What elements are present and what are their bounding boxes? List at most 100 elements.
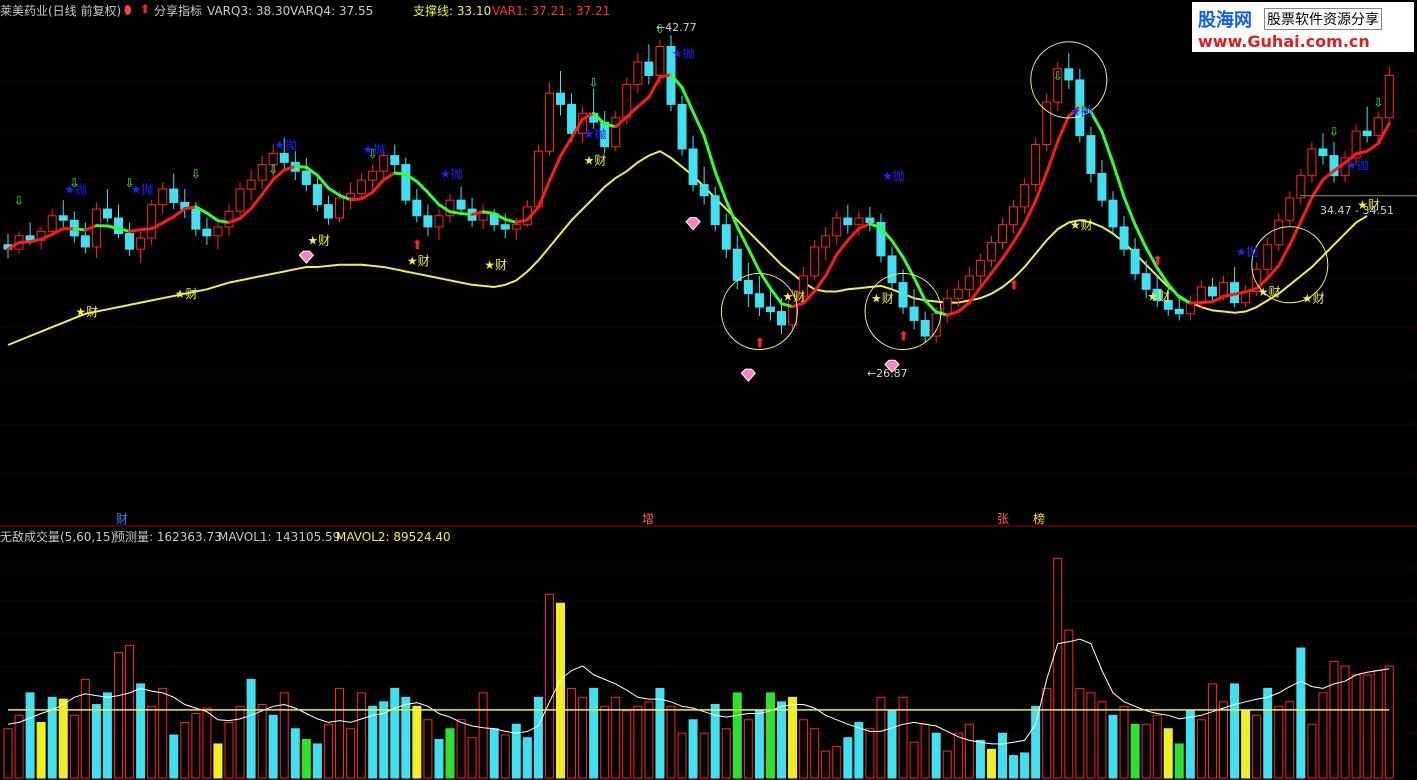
- candle-body: [1031, 144, 1041, 186]
- down-arrow-icon: ⇩: [368, 147, 378, 161]
- candle-body: [1174, 308, 1184, 315]
- volume-bar: [1340, 665, 1350, 779]
- sell-signal-label: ★抛: [1236, 244, 1259, 259]
- volume-bar: [1108, 714, 1118, 779]
- ma-segment: [636, 95, 651, 109]
- volume-bar: [1031, 705, 1041, 779]
- candle-body: [1318, 148, 1328, 157]
- candle-body: [279, 152, 289, 163]
- volume-bar: [964, 723, 974, 779]
- candle-body: [224, 210, 234, 228]
- ma-segment: [1288, 220, 1303, 247]
- sell-signal-label: ★抛: [1070, 104, 1093, 119]
- event-label: 张: [997, 512, 1009, 526]
- volume-bar: [390, 687, 400, 779]
- candle-body: [765, 306, 775, 313]
- up-arrow-icon: ⬆: [754, 336, 765, 351]
- volume-bar: [677, 732, 687, 779]
- volume-bar: [202, 707, 212, 779]
- candle-body: [323, 204, 333, 219]
- ma-segment: [702, 134, 717, 174]
- down-arrow-icon: ⇩: [14, 194, 24, 208]
- volume-bar: [1097, 701, 1107, 779]
- ma-segment: [293, 164, 308, 169]
- buy-signal-label: ★财: [584, 154, 607, 168]
- price-chart: ★财★财★财★财 ★财★财★财 ★财★财★财 ★财 ★财★财★抛 ★抛★抛 ★抛★抛★抛★抛…: [0, 21, 1417, 779]
- candle-body: [335, 197, 344, 219]
- ma-segment: [1310, 178, 1325, 200]
- volume-bar: [335, 687, 344, 779]
- volume-bar: [666, 705, 676, 779]
- ma-segment: [1100, 130, 1115, 165]
- volume-bar: [1318, 692, 1328, 779]
- volume-bar: [147, 705, 157, 779]
- ma-segment: [1056, 114, 1071, 143]
- candle-body: [567, 103, 577, 134]
- volume-bar: [1362, 674, 1372, 779]
- ma-segment: [161, 215, 176, 225]
- volume-bar: [235, 705, 245, 779]
- volume-bar: [312, 743, 322, 779]
- candle-body: [202, 228, 212, 237]
- buy-signal-label: ★财: [783, 289, 806, 303]
- volume-bar: [136, 683, 146, 779]
- volume-bar: [69, 714, 79, 779]
- up-arrow-icon: ⬆: [412, 238, 423, 253]
- volume-bar: [1185, 710, 1195, 779]
- candle-body: [1362, 130, 1372, 137]
- volume-bar: [644, 701, 654, 779]
- candle-body: [169, 188, 179, 203]
- ma-segment: [1111, 161, 1126, 199]
- volume-bar: [655, 687, 665, 779]
- candle-body: [854, 217, 864, 226]
- volume-bar: [699, 732, 709, 779]
- candle-body: [136, 237, 146, 250]
- sell-signal-label: ★抛: [274, 137, 297, 152]
- candle-body: [235, 188, 245, 212]
- ma-segment: [172, 207, 187, 219]
- candle-body: [1219, 282, 1228, 297]
- volume-bar: [1020, 752, 1030, 779]
- volume-bar: [1207, 683, 1217, 779]
- ma-segment: [824, 253, 839, 278]
- ma-segment: [1365, 142, 1380, 153]
- diamond-icon: [298, 250, 315, 264]
- volume-bar: [213, 743, 223, 779]
- volume-bar: [998, 732, 1007, 779]
- candle-body: [213, 226, 223, 237]
- candle-body: [379, 155, 389, 172]
- ma-segment: [1199, 300, 1214, 305]
- candle-body: [688, 148, 698, 186]
- candle-body: [556, 92, 565, 105]
- candle-body: [986, 242, 996, 261]
- volume-bar: [257, 704, 267, 779]
- ma-segment: [426, 191, 441, 207]
- candle-body: [1119, 226, 1129, 250]
- candle-body: [611, 117, 621, 148]
- candle-body: [357, 179, 367, 195]
- candle-body: [1196, 286, 1206, 304]
- candle-body: [500, 224, 510, 230]
- ma-segment: [72, 227, 87, 232]
- candle-body: [312, 184, 322, 206]
- candle-body: [1108, 199, 1118, 228]
- volume-bar: [887, 710, 897, 779]
- volume-bar: [1307, 723, 1317, 779]
- sell-signal-label: ★抛: [584, 126, 607, 141]
- volume-bar: [1141, 723, 1151, 779]
- candle-body: [644, 61, 654, 76]
- volume-bar: [467, 737, 477, 779]
- volume-bar: [1252, 714, 1262, 779]
- candle-body: [1263, 244, 1273, 270]
- event-label: 增: [642, 512, 654, 526]
- candle-body: [412, 199, 422, 217]
- volume-bar: [920, 723, 930, 779]
- volume-bar: [754, 710, 764, 779]
- ma-segment: [503, 217, 518, 224]
- ma-segment: [249, 192, 264, 211]
- volume-bar: [1241, 710, 1251, 779]
- mavol1-line: [7, 638, 1390, 745]
- candle-body: [699, 184, 709, 197]
- candle-body: [80, 235, 90, 248]
- volume-bar: [1274, 705, 1284, 779]
